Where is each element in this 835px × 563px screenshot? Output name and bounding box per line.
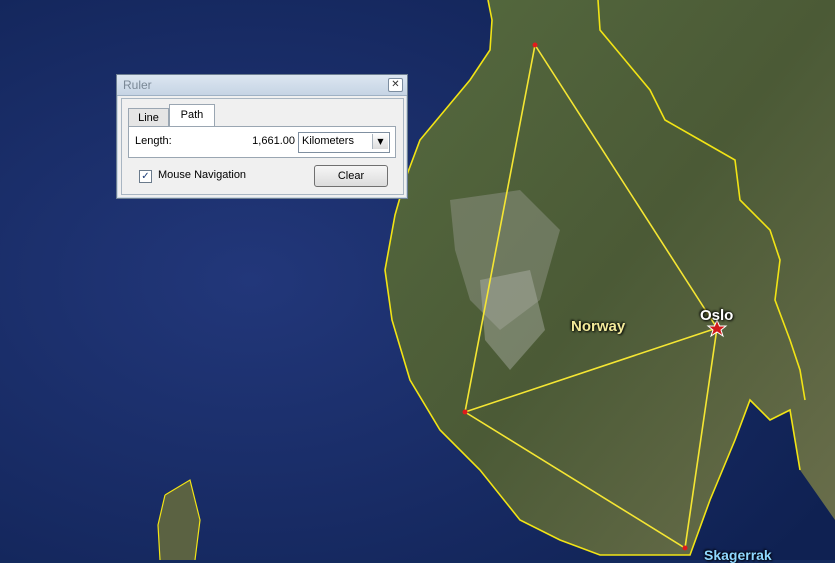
country-label: Norway bbox=[571, 318, 626, 335]
ruler-dialog: Ruler ✕ Line Path Length: 1,661.00 Kilom… bbox=[116, 74, 408, 199]
clear-button[interactable]: Clear bbox=[314, 165, 388, 187]
sea-label: Skagerrak bbox=[704, 547, 772, 563]
path-point[interactable] bbox=[682, 545, 688, 551]
ruler-title: Ruler bbox=[123, 78, 152, 92]
length-value: 1,661.00 bbox=[252, 135, 295, 147]
path-point[interactable] bbox=[532, 42, 538, 48]
city-label: Oslo bbox=[700, 307, 734, 324]
unit-select-value: Kilometers bbox=[302, 135, 354, 147]
length-label: Length: bbox=[135, 135, 172, 147]
tab-path[interactable]: Path bbox=[169, 104, 215, 127]
path-point[interactable] bbox=[462, 409, 468, 415]
mouse-navigation-checkbox[interactable]: ✓ bbox=[139, 170, 152, 183]
unit-select[interactable]: Kilometers ▼ bbox=[298, 132, 390, 153]
ruler-titlebar[interactable]: Ruler ✕ bbox=[117, 75, 407, 96]
chevron-down-icon[interactable]: ▼ bbox=[372, 134, 388, 149]
path-panel: Length: 1,661.00 Kilometers ▼ bbox=[128, 126, 396, 158]
tab-line[interactable]: Line bbox=[128, 108, 169, 127]
close-icon[interactable]: ✕ bbox=[388, 78, 403, 92]
mouse-navigation-label: Mouse Navigation bbox=[158, 169, 247, 181]
ruler-body: Line Path Length: 1,661.00 Kilometers ▼ … bbox=[121, 98, 404, 195]
